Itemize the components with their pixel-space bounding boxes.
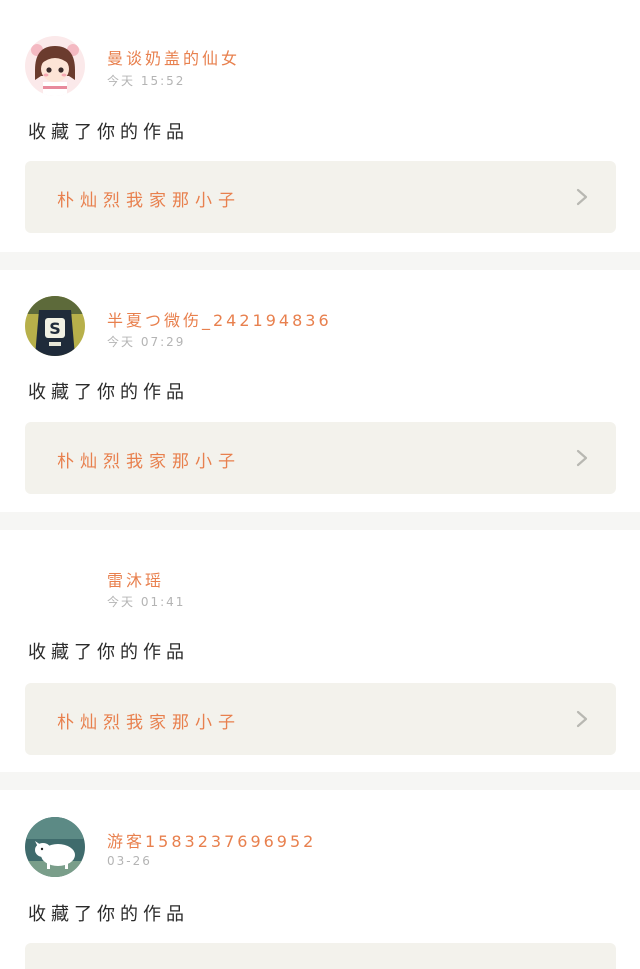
work-link[interactable]: 朴灿烈我家那小子: [25, 683, 616, 755]
work-title: 朴灿烈我家那小子: [57, 452, 241, 472]
notification-card: S 半夏つ微伤_242194836 今天 07:29 收藏了你的作品 朴灿烈我家…: [0, 270, 640, 512]
chevron-right-icon: [576, 188, 588, 206]
notification-card: 曼谈奶盖的仙女 今天 15:52 收藏了你的作品 朴灿烈我家那小子: [0, 0, 640, 252]
username[interactable]: 半夏つ微伤_242194836: [107, 307, 332, 331]
svg-text:S: S: [49, 319, 61, 338]
timestamp: 今天 01:41: [107, 595, 186, 609]
cartoon-girl-avatar[interactable]: [25, 36, 85, 96]
chevron-right-icon: [576, 710, 588, 728]
work-link[interactable]: 朴灿烈我家那小子: [25, 161, 616, 233]
chevron-right-icon: [576, 449, 588, 467]
timestamp: 今天 15:52: [107, 74, 186, 88]
username[interactable]: 曼谈奶盖的仙女: [107, 45, 240, 69]
action-text: 收藏了你的作品: [28, 382, 189, 403]
jersey-photo-avatar[interactable]: S: [25, 296, 85, 356]
username[interactable]: 雷沐瑶: [107, 567, 164, 591]
action-text: 收藏了你的作品: [28, 122, 189, 143]
work-title: 朴灿烈我家那小子: [57, 713, 241, 733]
action-text: 收藏了你的作品: [28, 642, 189, 663]
blank-avatar[interactable]: [25, 556, 85, 616]
timestamp: 03-26: [107, 854, 152, 868]
action-text: 收藏了你的作品: [28, 904, 189, 925]
work-title: 朴灿烈我家那小子: [57, 191, 241, 211]
notification-card: 雷沐瑶 今天 01:41 收藏了你的作品 朴灿烈我家那小子: [0, 530, 640, 772]
username[interactable]: 游客1583237696952: [107, 828, 316, 852]
work-link[interactable]: [25, 943, 616, 969]
work-link[interactable]: 朴灿烈我家那小子: [25, 422, 616, 494]
notification-list: 曼谈奶盖的仙女 今天 15:52 收藏了你的作品 朴灿烈我家那小子 S 半夏つ微…: [0, 0, 640, 969]
notification-card: 游客1583237696952 03-26 收藏了你的作品: [0, 790, 640, 969]
cartoon-dog-avatar[interactable]: [25, 817, 85, 877]
timestamp: 今天 07:29: [107, 335, 186, 349]
